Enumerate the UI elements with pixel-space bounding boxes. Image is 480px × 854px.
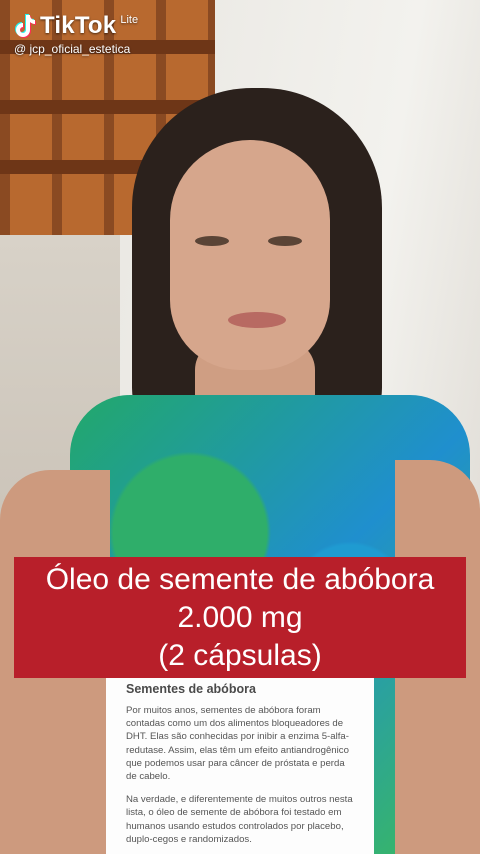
right-eye [268, 236, 302, 246]
left-eye [195, 236, 229, 246]
article-card: Sementes de abóbora Por muitos anos, sem… [106, 678, 374, 854]
lips [228, 312, 286, 328]
tiktok-logo-icon [14, 13, 36, 39]
watermark-handle: @ jcp_oficial_estetica [14, 42, 131, 56]
caption-banner: Óleo de semente de abóbora 2.000 mg (2 c… [14, 557, 466, 678]
watermark-edition: Lite [120, 14, 139, 26]
caption-line-1: Óleo de semente de abóbora [45, 562, 435, 596]
person-face [170, 140, 330, 370]
caption-line-3: (2 cápsulas) [158, 638, 322, 672]
caption-line-2: 2.000 mg [177, 600, 303, 634]
watermark-brand: TikTok [40, 12, 117, 39]
article-paragraph: Na verdade, e diferentemente de muitos o… [126, 794, 353, 845]
article-paragraph: Por muitos anos, sementes de abóbora for… [126, 705, 349, 783]
tiktok-watermark: TikTok Lite @ jcp_oficial_estetica [14, 12, 138, 56]
article-title: Sementes de abóbora [126, 682, 256, 696]
